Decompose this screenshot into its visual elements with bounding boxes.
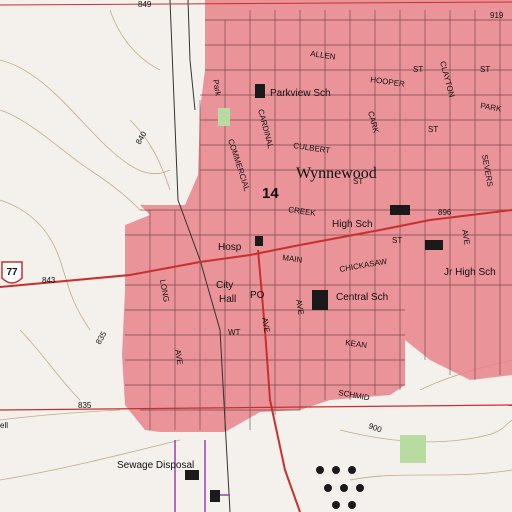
tank-2 (332, 466, 340, 474)
elevation-835-south: 835 (78, 401, 92, 410)
elevation-919: 919 (490, 11, 504, 20)
central-school-building (312, 290, 328, 310)
industrial-building-2 (210, 490, 220, 502)
street-st-1: ST (413, 65, 423, 74)
state-route-number: 14 (262, 185, 279, 202)
elevation-ell: ell (0, 421, 8, 430)
tank-7 (332, 501, 340, 509)
label-parkview-school: Parkview Sch (270, 88, 331, 99)
street-st-3: ST (428, 125, 438, 134)
label-city: City (216, 280, 233, 291)
label-hospital: Hosp (218, 242, 242, 253)
label-post-office: PO (250, 290, 265, 301)
tank-1 (316, 466, 324, 474)
tank-3 (348, 466, 356, 474)
park-green (218, 108, 230, 126)
sports-field (400, 435, 426, 463)
street-wt: WT (228, 328, 241, 337)
label-central-school: Central Sch (336, 292, 388, 303)
elevation-896: 896 (438, 208, 452, 217)
town-label: Wynnewood (296, 165, 377, 182)
topographic-map: 77 14 Wynnewood Parkview Sch High Sch Ho… (0, 0, 512, 512)
label-sewage-disposal: Sewage Disposal (117, 460, 194, 471)
elevation-849: 849 (138, 0, 152, 9)
us-route-shield: 77 (1, 261, 23, 284)
high-school-building (390, 205, 410, 215)
label-high-school: High Sch (332, 219, 373, 230)
label-hall: Hall (219, 294, 236, 305)
street-st-5: ST (392, 236, 402, 245)
label-jr-high-school: Jr High Sch (444, 267, 496, 278)
tank-5 (340, 484, 348, 492)
jr-high-building (425, 240, 443, 250)
parkview-school-building (255, 84, 265, 98)
street-st-2: ST (480, 65, 490, 74)
us-route-number: 77 (6, 267, 18, 278)
state-route-shield: 14 (262, 185, 279, 202)
tank-8 (348, 501, 356, 509)
tank-4 (324, 484, 332, 492)
hospital-building (255, 236, 263, 246)
tank-6 (356, 484, 364, 492)
street-st-4: ST (353, 177, 363, 186)
industrial-building-1 (185, 470, 199, 480)
elevation-843: 843 (42, 276, 56, 285)
